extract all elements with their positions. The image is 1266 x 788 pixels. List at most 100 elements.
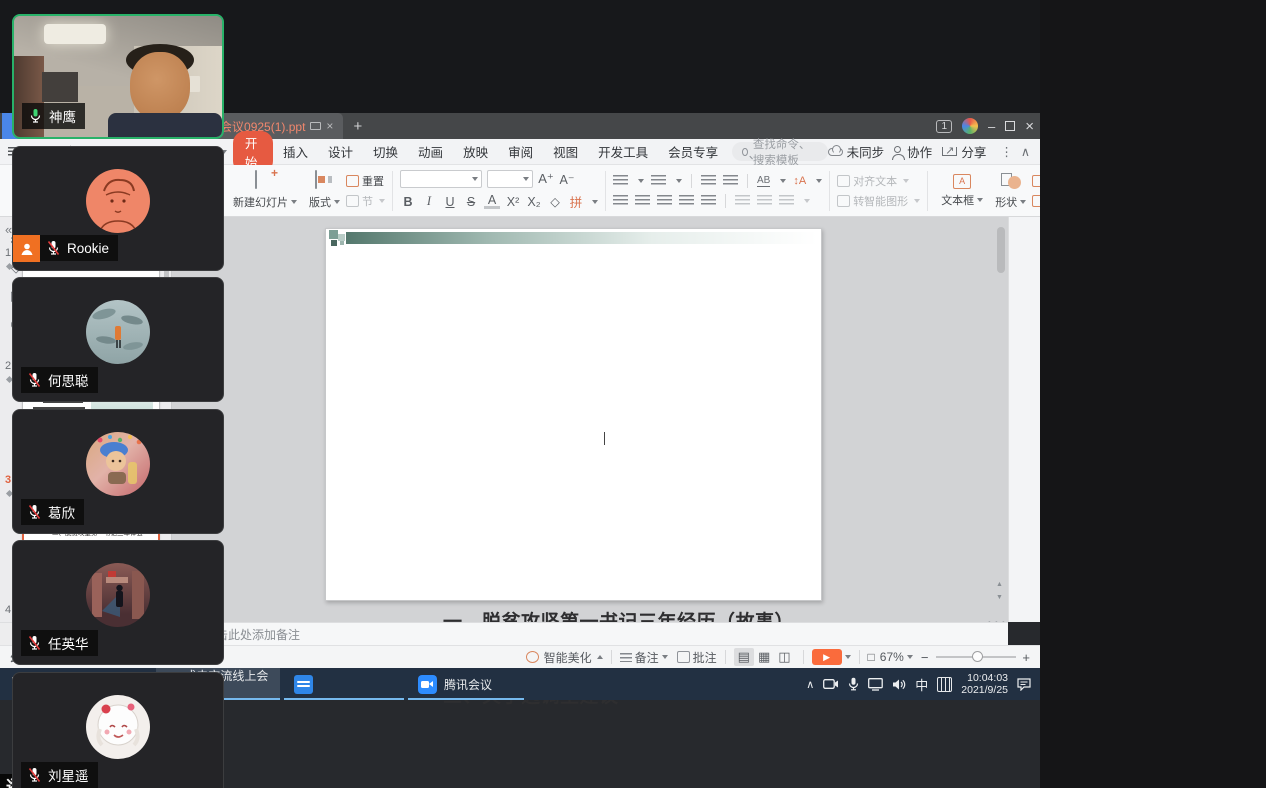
status-notes-button[interactable]: 备注 [635, 649, 659, 666]
tray-ime-indicator[interactable]: 中 [915, 675, 928, 694]
account-avatar[interactable] [962, 118, 978, 134]
tray-ime-grid-icon[interactable] [937, 677, 952, 692]
menu-item-member[interactable]: 会员专享 [658, 142, 728, 161]
share-button[interactable]: 分享 [961, 142, 994, 161]
more-menu-icon[interactable]: ⋮ [994, 144, 1019, 159]
increase-indent-icon[interactable] [723, 175, 738, 187]
increase-font-button[interactable]: A⁺ [538, 171, 554, 187]
participant-tile-hesicong[interactable]: 何思聪 [12, 277, 224, 402]
font-size-select[interactable] [487, 170, 533, 188]
tray-mic-icon[interactable] [848, 677, 859, 691]
zoom-slider[interactable] [936, 656, 1016, 658]
fit-window-icon[interactable]: □ [868, 650, 875, 664]
underline-button[interactable]: U [442, 195, 458, 209]
new-slide-icon [255, 170, 257, 189]
minimize-button[interactable]: – [988, 119, 995, 134]
pinyin-guide-button[interactable]: 拼 [568, 192, 584, 211]
section-button[interactable]: 节 [346, 193, 385, 209]
new-tab-button[interactable]: + [343, 113, 372, 139]
participant-tile-renyinghua[interactable]: 任英华 [12, 540, 224, 665]
taskbar-app-window[interactable] [284, 668, 404, 700]
number-list-icon[interactable] [651, 175, 666, 187]
canvas-scrollbar[interactable] [997, 227, 1005, 273]
tray-chevron-icon[interactable]: ∧ [806, 678, 814, 691]
taskbar-tencent-meeting[interactable]: 腾讯会议 [408, 668, 524, 700]
status-notes-icon [620, 653, 632, 662]
view-normal-button[interactable]: ▤ [734, 648, 754, 666]
italic-button[interactable]: I [421, 194, 437, 209]
superscript-button[interactable]: X² [505, 195, 521, 209]
shapes-button[interactable]: 形状 [989, 167, 1032, 215]
clear-format-icon[interactable]: ◇ [547, 194, 563, 209]
zoom-in-button[interactable]: + [1022, 650, 1030, 665]
tray-camera-icon[interactable] [823, 678, 839, 690]
participant-tile-shenying[interactable]: 神鹰 [12, 14, 224, 139]
tray-clock[interactable]: 10:04:03 2021/9/25 [961, 672, 1008, 696]
picture-button[interactable]: 图片 [1032, 173, 1040, 189]
arrange-button[interactable]: 排列 [1032, 193, 1040, 209]
scroll-down-icon[interactable]: ▼ [996, 594, 1003, 601]
menu-item-design[interactable]: 设计 [318, 142, 363, 161]
collab-button[interactable]: 协作 [907, 142, 942, 161]
menu-item-slideshow[interactable]: 放映 [453, 142, 498, 161]
zoom-out-button[interactable]: − [921, 650, 929, 665]
zoom-slider-knob[interactable] [972, 651, 983, 662]
scroll-up-icon[interactable]: ▲ [996, 581, 1003, 588]
tray-speaker-icon[interactable] [892, 678, 906, 691]
layout-button[interactable]: 版式 [303, 167, 346, 215]
distribute-icon[interactable] [701, 195, 716, 207]
participant-tile-liuxingyao[interactable]: 刘星遥 [12, 672, 224, 788]
font-color-button[interactable]: A [484, 195, 500, 209]
tray-notification-icon[interactable] [1017, 678, 1032, 691]
share-icon: ↗ [942, 147, 957, 156]
view-sorter-button[interactable]: ▦ [754, 648, 774, 666]
menu-item-devtools[interactable]: 开发工具 [588, 142, 658, 161]
slideshow-play-button[interactable]: ▶ [812, 649, 842, 665]
menu-item-view[interactable]: 视图 [543, 142, 588, 161]
collapse-ribbon-icon[interactable]: ∧ [1019, 144, 1032, 159]
menu-item-animation[interactable]: 动画 [408, 142, 453, 161]
bullet-list-icon[interactable] [613, 175, 628, 187]
indent-list-icon[interactable] [757, 195, 772, 207]
maximize-button[interactable] [1005, 121, 1015, 131]
tray-display-icon[interactable] [868, 678, 883, 691]
decrease-indent-icon[interactable] [701, 175, 716, 187]
tab-close-icon[interactable]: × [326, 119, 333, 133]
font-name-select[interactable] [400, 170, 482, 188]
search-box[interactable]: 查找命令、搜索模板 [732, 142, 827, 161]
arrange-icon [1032, 195, 1040, 207]
bold-button[interactable]: B [400, 195, 416, 209]
reset-button[interactable]: 重置 [346, 173, 385, 189]
participant-name: Rookie [67, 241, 109, 256]
window-count-badge[interactable]: 1 [936, 120, 952, 133]
participant-tile-rookie[interactable]: Rookie [12, 146, 224, 271]
participant-tile-gexin[interactable]: 葛欣 [12, 409, 224, 534]
align-center-icon[interactable] [635, 195, 650, 207]
close-button[interactable]: × [1025, 118, 1034, 135]
comments-button[interactable]: 批注 [693, 649, 717, 666]
menu-item-review[interactable]: 审阅 [498, 142, 543, 161]
notes-bar[interactable]: 单击此处添加备注 [172, 622, 1008, 645]
menu-item-insert[interactable]: 插入 [273, 142, 318, 161]
zoom-level[interactable]: 67% [880, 650, 904, 664]
multi-window-icon[interactable] [310, 122, 321, 130]
align-left-icon[interactable] [613, 195, 628, 207]
menu-item-transition[interactable]: 切换 [363, 142, 408, 161]
strike-button[interactable]: S [463, 195, 479, 209]
textbox-button[interactable]: A 文本框 [935, 167, 989, 215]
justify-icon[interactable] [679, 195, 694, 207]
play-options-icon[interactable] [845, 655, 851, 659]
sync-status[interactable]: 未同步 [847, 142, 895, 161]
slide-canvas[interactable]: 一、脱贫攻坚第一书记三年经历（故事） 二、脱贫攻坚第一书记三年体会 三、关于选调… [325, 228, 822, 601]
line-spacing-icon[interactable]: ↕A [793, 175, 806, 187]
text-direction-icon[interactable]: AB [757, 175, 770, 187]
new-slide-button[interactable]: 新建幻灯片 [227, 167, 303, 215]
beautify-button[interactable]: 智能美化 [544, 649, 592, 666]
align-right-icon[interactable] [657, 195, 672, 207]
view-reading-button[interactable]: ◫ [774, 648, 794, 666]
subscript-button[interactable]: X₂ [526, 195, 542, 209]
decrease-font-button[interactable]: A⁻ [559, 172, 575, 187]
numbering-icon[interactable] [779, 195, 794, 207]
right-tool-rail [1008, 217, 1040, 622]
columns-icon[interactable] [735, 195, 750, 207]
